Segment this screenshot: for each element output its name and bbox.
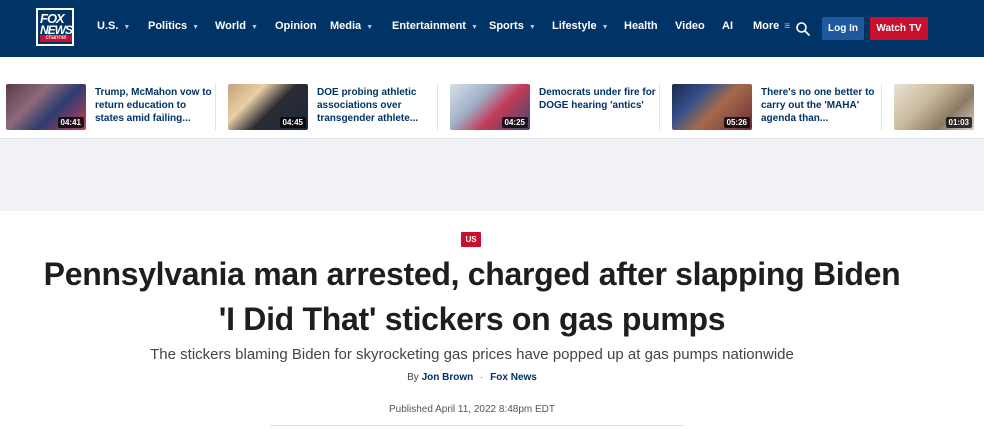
outlet-link[interactable]: Fox News xyxy=(490,372,537,383)
nav-item-more[interactable]: More ≡ xyxy=(753,20,790,32)
nav-item-label: Media xyxy=(330,20,362,32)
nav-item-us[interactable]: U.S. ▼ xyxy=(97,20,130,32)
nav-item-label: AI xyxy=(722,20,733,32)
watch-tv-button[interactable]: Watch TV xyxy=(870,17,928,40)
chevron-down-icon: ▼ xyxy=(123,24,131,31)
nav-item-label: Opinion xyxy=(275,20,317,32)
divider xyxy=(215,84,216,130)
chevron-down-icon: ▼ xyxy=(528,24,536,31)
video-duration: 04:45 xyxy=(279,117,306,128)
nav-item-label: Entertainment xyxy=(392,20,466,32)
headline-line: Pennsylvania man arrested, charged after… xyxy=(43,256,901,292)
divider xyxy=(270,425,684,426)
author-link[interactable]: Jon Brown xyxy=(422,372,474,383)
nav-item-label: Sports xyxy=(489,20,524,32)
video-thumbnail[interactable]: 04:25 xyxy=(450,84,530,130)
video-title[interactable]: There's no one better to carry out the '… xyxy=(761,86,881,125)
video-strip: 04:41 Trump, McMahon vow to return educa… xyxy=(0,57,984,139)
top-navigation-bar: FOX NEWS channel U.S. ▼ Politics ▼ World ▼ … xyxy=(0,0,984,57)
search-icon[interactable] xyxy=(795,21,811,37)
video-thumbnail[interactable]: 05:26 xyxy=(672,84,752,130)
video-duration: 04:41 xyxy=(57,117,84,128)
video-title[interactable]: DOE probing athletic associations over t… xyxy=(317,86,437,125)
chevron-down-icon: ▼ xyxy=(366,24,374,31)
nav-item-world[interactable]: World ▼ xyxy=(215,20,258,32)
video-thumbnail[interactable]: 04:45 xyxy=(228,84,308,130)
nav-item-ai[interactable]: AI xyxy=(722,20,733,32)
nav-item-label: More xyxy=(753,20,780,32)
divider xyxy=(881,84,882,130)
byline-prefix: By xyxy=(407,372,419,383)
login-button[interactable]: Log In xyxy=(822,17,864,40)
menu-icon: ≡ xyxy=(784,21,791,32)
nav-item-label: Health xyxy=(624,20,658,32)
video-title[interactable]: Democrats under fire for DOGE hearing 'a… xyxy=(539,86,659,112)
article-headline: Pennsylvania man arrested, charged after… xyxy=(10,252,934,342)
chevron-down-icon: ▼ xyxy=(601,24,609,31)
nav-item-opinion[interactable]: Opinion xyxy=(275,20,317,32)
video-duration: 01:03 xyxy=(945,117,972,128)
nav-item-label: Politics xyxy=(148,20,188,32)
logo-text-channel: channel xyxy=(40,35,72,42)
video-thumbnail[interactable]: 01:03 xyxy=(894,84,974,130)
nav-item-label: World xyxy=(215,20,246,32)
nav-item-video[interactable]: Video xyxy=(675,20,705,32)
nav-item-politics[interactable]: Politics ▼ xyxy=(148,20,199,32)
nav-item-health[interactable]: Health xyxy=(624,20,658,32)
video-duration: 05:26 xyxy=(723,117,750,128)
nav-item-media[interactable]: Media ▼ xyxy=(330,20,373,32)
chevron-down-icon: ▼ xyxy=(250,24,258,31)
headline-line: 'I Did That' stickers on gas pumps xyxy=(218,301,726,337)
published-date: Published April 11, 2022 8:48pm EDT xyxy=(388,404,556,415)
nav-item-label: U.S. xyxy=(97,20,119,32)
nav-item-lifestyle[interactable]: Lifestyle ▼ xyxy=(552,20,609,32)
video-thumbnail[interactable]: 04:41 xyxy=(6,84,86,130)
video-duration: 04:25 xyxy=(501,117,528,128)
byline: By Jon Brown · Fox News xyxy=(0,372,944,383)
byline-separator: · xyxy=(480,372,484,383)
nav-item-label: Video xyxy=(675,20,705,32)
nav-item-label: Lifestyle xyxy=(552,20,597,32)
nav-item-sports[interactable]: Sports ▼ xyxy=(489,20,536,32)
nav-item-entertainment[interactable]: Entertainment ▼ xyxy=(392,20,478,32)
chevron-down-icon: ▼ xyxy=(470,24,478,31)
video-title[interactable]: Trump, McMahon vow to return education t… xyxy=(95,86,215,125)
fox-news-logo[interactable]: FOX NEWS channel xyxy=(36,8,74,46)
chevron-down-icon: ▼ xyxy=(192,24,200,31)
advertisement-band xyxy=(0,139,984,211)
category-tag[interactable]: US xyxy=(461,232,481,247)
article-subheadline: The stickers blaming Biden for skyrocket… xyxy=(150,346,794,363)
divider xyxy=(659,84,660,130)
divider xyxy=(437,84,438,130)
